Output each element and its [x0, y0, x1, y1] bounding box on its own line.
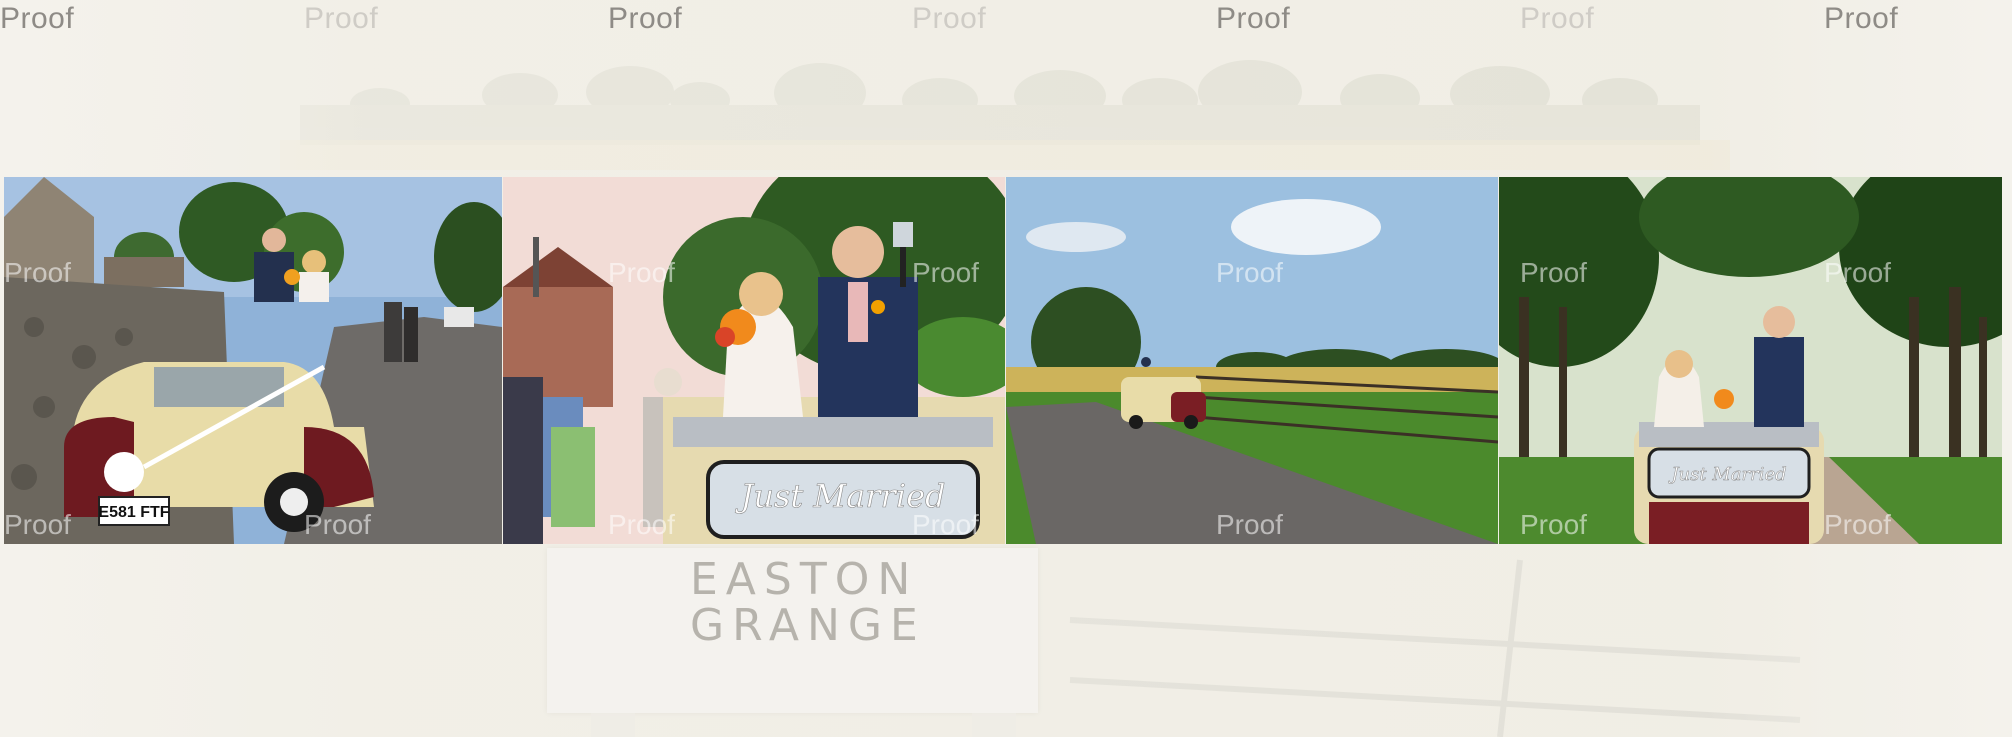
sign-line-2: GRANGE [690, 600, 926, 651]
proof-watermark: Proof [1824, 509, 1891, 540]
sign-post [591, 713, 635, 737]
proof-watermark: Proof [608, 509, 675, 540]
proof-watermark: Proof [1824, 257, 1891, 288]
proof-watermark: Proof [4, 257, 71, 288]
proof-watermark: Proof [1520, 2, 1595, 35]
photo-4[interactable]: Just Married [1499, 177, 2002, 544]
just-married-text: Just Married [1667, 464, 1786, 485]
photo-1[interactable]: E581 FTF [4, 177, 502, 544]
photo-strip: E581 FTF Just Married Just Married Proof… [4, 177, 2002, 544]
proof-watermark: Proof [912, 2, 987, 35]
proof-watermark: Proof [304, 2, 379, 35]
proof-watermark: Proof [1824, 2, 1899, 35]
proof-watermark: Proof [1216, 2, 1291, 35]
sign-line-1: EASTON [690, 554, 919, 605]
proof-watermark: Proof [608, 2, 683, 35]
proof-watermark: Proof [608, 257, 675, 288]
proof-watermark: Proof [304, 509, 371, 540]
proof-watermark: Proof [1216, 257, 1283, 288]
proof-watermark: Proof [1520, 509, 1587, 540]
proof-watermark: Proof [0, 2, 75, 35]
sign-post [972, 713, 1016, 737]
photo-3[interactable] [1006, 177, 1498, 544]
license-plate: E581 FTF [98, 504, 169, 521]
proof-watermark: Proof [1216, 509, 1283, 540]
proof-watermark: Proof [912, 257, 979, 288]
easton-grange-sign: EASTON GRANGE [547, 548, 1038, 713]
proof-watermark: Proof [1520, 257, 1587, 288]
photo-2[interactable]: Just Married [503, 177, 1005, 544]
proof-watermark: Proof [4, 509, 71, 540]
proof-watermark: Proof [912, 509, 979, 540]
